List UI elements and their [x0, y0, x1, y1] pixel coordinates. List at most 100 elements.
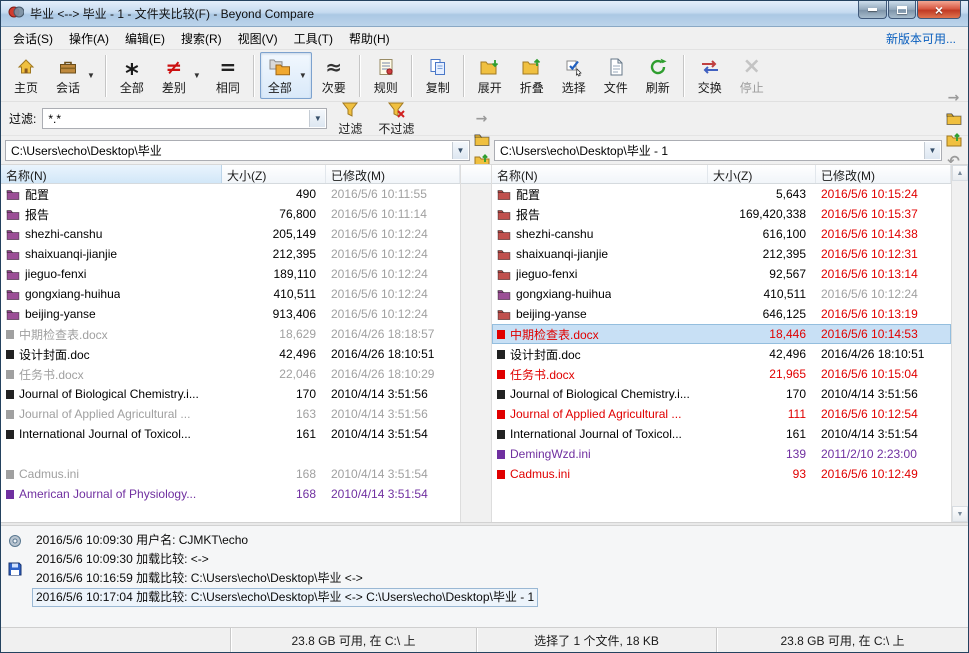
menu-view[interactable]: 视图(V)	[230, 27, 286, 50]
file-name-cell: 报告	[1, 204, 222, 224]
file-size: 76,800	[222, 204, 326, 224]
titlebar[interactable]: 毕业 <--> 毕业 - 1 - 文件夹比较(F) - Beyond Compa…	[1, 1, 968, 27]
table-row[interactable]: 报告169,420,3382016/5/6 10:15:37	[492, 204, 951, 224]
table-row[interactable]	[1, 444, 460, 464]
table-row[interactable]: DemingWzd.ini1392011/2/10 2:23:00	[492, 444, 951, 464]
chevron-down-icon[interactable]: ▼	[924, 142, 940, 159]
table-row[interactable]: 中期检查表.docx18,4462016/5/6 10:14:53	[492, 324, 951, 344]
table-row[interactable]: International Journal of Toxicol...16120…	[492, 424, 951, 444]
show-all-button[interactable]: *全部	[112, 52, 152, 99]
table-row[interactable]: 任务书.docx22,0462016/4/26 18:10:29	[1, 364, 460, 384]
table-row[interactable]: 配置5,6432016/5/6 10:15:24	[492, 184, 951, 204]
minimize-icon	[868, 8, 877, 11]
table-row[interactable]: shezhi-canshu616,1002016/5/6 10:14:38	[492, 224, 951, 244]
menu-tools[interactable]: 工具(T)	[286, 27, 341, 50]
file-size: 212,395	[708, 244, 816, 264]
statusbar: 23.8 GB 可用, 在 C:\ 上选择了 1 个文件, 18 KB23.8 …	[1, 627, 968, 652]
menu-help[interactable]: 帮助(H)	[341, 27, 398, 50]
not-equal-icon: ≠	[166, 55, 183, 79]
left-path-combobox[interactable]: C:\Users\echo\Desktop\毕业 ▼	[5, 140, 470, 161]
column-header-size[interactable]: 大小(Z)	[222, 165, 326, 183]
sessions-button[interactable]: 会话▼	[48, 52, 100, 99]
menu-search[interactable]: 搜索(R)	[173, 27, 230, 50]
right-parent-folder-button[interactable]	[943, 129, 964, 150]
file-name: 任务书.docx	[510, 366, 575, 383]
table-row[interactable]: shaixuanqi-jianjie212,3952016/5/6 10:12:…	[492, 244, 951, 264]
log-icon[interactable]	[7, 533, 23, 552]
column-header-name[interactable]: 名称(N)	[492, 165, 708, 183]
table-row[interactable]: gongxiang-huihua410,5112016/5/6 10:12:24	[1, 284, 460, 304]
equal-icon: =	[219, 55, 236, 79]
folder-icon	[6, 289, 20, 300]
table-row[interactable]: 中期检查表.docx18,6292016/4/26 18:18:57	[1, 324, 460, 344]
chevron-down-icon[interactable]: ▼	[85, 71, 97, 80]
file-name-cell	[492, 484, 708, 504]
column-header-modified[interactable]: 已修改(M)	[326, 165, 460, 183]
table-row[interactable]: American Journal of Physiology...1682010…	[1, 484, 460, 504]
show-differences-button[interactable]: ≠差别▼	[154, 52, 206, 99]
table-row[interactable]: Journal of Biological Chemistry.i...1702…	[1, 384, 460, 404]
file-size: 161	[222, 424, 326, 444]
right-goto-button[interactable]: →	[943, 87, 964, 108]
right-browse-folder-button[interactable]	[943, 108, 964, 129]
vertical-scrollbar[interactable]: ▲ ▼	[951, 165, 968, 522]
table-row[interactable]: 设计封面.doc42,4962016/4/26 18:10:51	[492, 344, 951, 364]
column-header-name[interactable]: 名称(N)	[1, 165, 222, 183]
copy-button[interactable]: 复制	[418, 52, 458, 99]
menu-actions[interactable]: 操作(A)	[61, 27, 117, 50]
scroll-down-icon[interactable]: ▼	[952, 506, 968, 522]
file-name-cell: gongxiang-huihua	[1, 284, 222, 304]
left-goto-button[interactable]: →	[471, 108, 492, 129]
scrollbar-track[interactable]	[952, 181, 968, 506]
table-row[interactable]: Journal of Applied Agricultural ...11120…	[492, 404, 951, 424]
minor-button[interactable]: ≈次要	[314, 52, 354, 99]
close-button[interactable]: ×	[917, 1, 961, 19]
file-icon	[6, 490, 14, 499]
chevron-down-icon[interactable]: ▼	[297, 71, 309, 80]
table-row[interactable]	[492, 484, 951, 504]
table-row[interactable]: Journal of Biological Chemistry.i...1702…	[492, 384, 951, 404]
file-modified: 2016/5/6 10:12:24	[326, 244, 460, 264]
table-row[interactable]: gongxiang-huihua410,5112016/5/6 10:12:24	[492, 284, 951, 304]
show-same-button[interactable]: =相同	[208, 52, 248, 99]
center-gutter	[460, 165, 492, 522]
file-modified: 2016/5/6 10:12:24	[816, 284, 951, 304]
table-row[interactable]: Journal of Applied Agricultural ...16320…	[1, 404, 460, 424]
table-row[interactable]: beijing-yanse913,4062016/5/6 10:12:24	[1, 304, 460, 324]
chevron-down-icon[interactable]: ▼	[309, 110, 325, 127]
chevron-down-icon[interactable]: ▼	[452, 142, 468, 159]
goto-icon: →	[476, 110, 488, 128]
table-row[interactable]: jieguo-fenxi92,5672016/5/6 10:13:14	[492, 264, 951, 284]
file-size: 42,496	[222, 344, 326, 364]
column-header-modified[interactable]: 已修改(M)	[816, 165, 951, 183]
table-row[interactable]: International Journal of Toxicol...16120…	[1, 424, 460, 444]
table-row[interactable]: Cadmus.ini932016/5/6 10:12:49	[492, 464, 951, 484]
maximize-button[interactable]	[888, 1, 916, 19]
table-row[interactable]: shezhi-canshu205,1492016/5/6 10:12:24	[1, 224, 460, 244]
file-name: International Journal of Toxicol...	[19, 427, 191, 441]
rules-button[interactable]: 规则	[366, 52, 406, 99]
toolbar-separator	[105, 55, 107, 97]
table-row[interactable]: beijing-yanse646,1252016/5/6 10:13:19	[492, 304, 951, 324]
new-version-link[interactable]: 新版本可用...	[886, 30, 964, 47]
table-row[interactable]: 设计封面.doc42,4962016/4/26 18:10:51	[1, 344, 460, 364]
all-files-button[interactable]: 全部▼	[260, 52, 312, 99]
table-row[interactable]: 报告76,8002016/5/6 10:11:14	[1, 204, 460, 224]
scroll-up-icon[interactable]: ▲	[952, 165, 968, 181]
table-row[interactable]: jieguo-fenxi189,1102016/5/6 10:12:24	[1, 264, 460, 284]
filter-combobox[interactable]: *.* ▼	[42, 108, 327, 129]
chevron-down-icon[interactable]: ▼	[191, 71, 203, 80]
column-header-size[interactable]: 大小(Z)	[708, 165, 816, 183]
table-row[interactable]: shaixuanqi-jianjie212,3952016/5/6 10:12:…	[1, 244, 460, 264]
menu-session[interactable]: 会话(S)	[5, 27, 61, 50]
right-path-combobox[interactable]: C:\Users\echo\Desktop\毕业 - 1 ▼	[494, 140, 942, 161]
table-row[interactable]: 配置4902016/5/6 10:11:55	[1, 184, 460, 204]
table-row[interactable]: Cadmus.ini1682010/4/14 3:51:54	[1, 464, 460, 484]
save-log-icon[interactable]	[7, 561, 23, 580]
minimize-button[interactable]	[858, 1, 887, 19]
home-button[interactable]: 主页	[6, 52, 46, 99]
menu-edit[interactable]: 编辑(E)	[117, 27, 173, 50]
left-browse-folder-button[interactable]	[471, 129, 492, 150]
table-row[interactable]: 任务书.docx21,9652016/5/6 10:15:04	[492, 364, 951, 384]
left-file-pane: 名称(N) 大小(Z) 已修改(M) 配置4902016/5/6 10:11:5…	[1, 165, 460, 522]
